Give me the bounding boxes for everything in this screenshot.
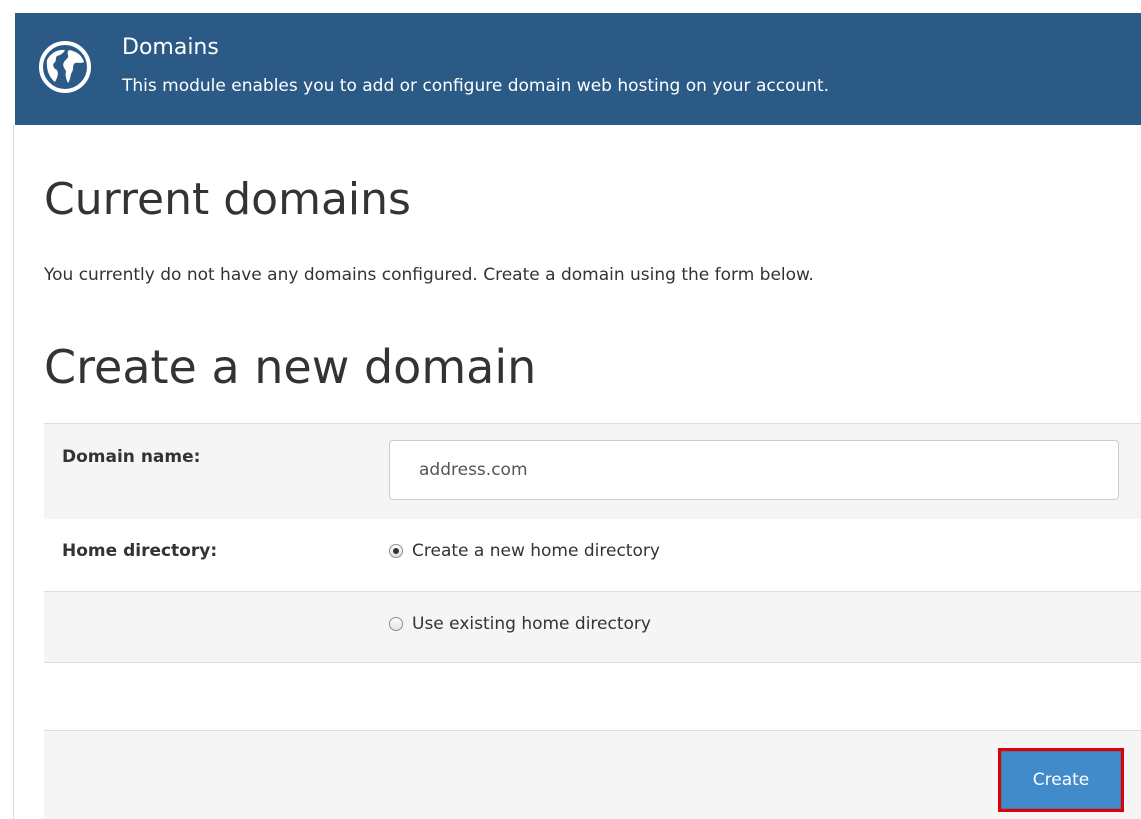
current-domains-heading: Current domains bbox=[44, 174, 411, 225]
globe-icon bbox=[39, 41, 91, 93]
radio-selected-icon[interactable] bbox=[389, 544, 403, 558]
radio-create-new-home-label: Create a new home directory bbox=[412, 541, 660, 561]
create-domain-heading: Create a new domain bbox=[44, 340, 537, 394]
content-border bbox=[13, 125, 14, 819]
radio-use-existing-home-label: Use existing home directory bbox=[412, 614, 651, 634]
existing-home-row: Use existing home directory bbox=[44, 592, 1141, 663]
domain-name-input[interactable] bbox=[389, 440, 1119, 500]
page: Domains This module enables you to add o… bbox=[0, 0, 1141, 819]
home-directory-row: Home directory: Create a new home direct… bbox=[44, 519, 1141, 592]
create-button[interactable]: Create bbox=[1001, 751, 1121, 809]
radio-create-new-home[interactable]: Create a new home directory bbox=[389, 541, 660, 561]
module-description: This module enables you to add or config… bbox=[122, 76, 830, 96]
no-domains-message: You currently do not have any domains co… bbox=[44, 265, 814, 285]
radio-unselected-icon[interactable] bbox=[389, 617, 403, 631]
radio-use-existing-home[interactable]: Use existing home directory bbox=[389, 614, 651, 634]
domain-name-label: Domain name: bbox=[62, 447, 201, 467]
form-actions: Create bbox=[44, 730, 1141, 819]
module-title: Domains bbox=[122, 35, 219, 60]
domain-name-row: Domain name: bbox=[44, 423, 1141, 521]
home-directory-label: Home directory: bbox=[62, 541, 218, 561]
module-header: Domains This module enables you to add o… bbox=[15, 13, 1141, 125]
